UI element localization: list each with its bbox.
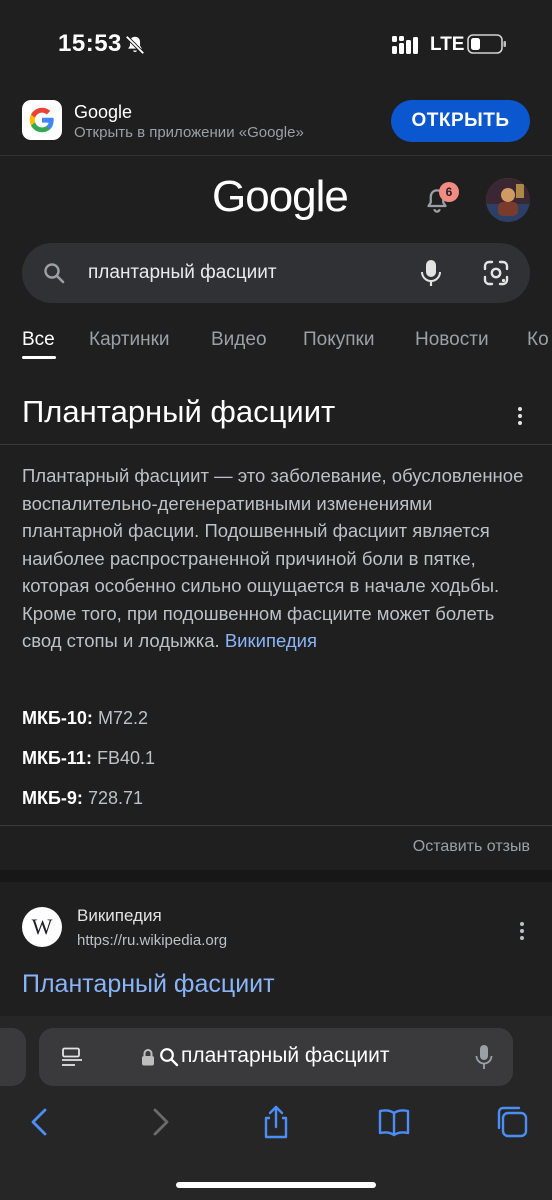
fact-value: M72.2 [97, 708, 148, 728]
google-lens-icon[interactable] [483, 260, 509, 286]
page-menu-icon[interactable] [61, 1047, 83, 1067]
search-input[interactable]: плантарный фасциит [88, 262, 277, 284]
back-arrow-icon[interactable] [22, 1104, 58, 1140]
share-icon[interactable] [258, 1104, 294, 1140]
avatar-photo [486, 178, 530, 222]
tab-videos[interactable]: Видео [211, 329, 267, 351]
divider [0, 444, 552, 445]
account-avatar[interactable] [486, 178, 530, 222]
fact-icd10: МКБ-10: M72.2 [22, 708, 148, 729]
tab-more[interactable]: Ко [527, 329, 549, 351]
tabs-icon[interactable] [494, 1104, 530, 1140]
fact-value: 728.71 [87, 788, 143, 808]
tab-news[interactable]: Новости [415, 329, 489, 351]
lock-icon [142, 1049, 154, 1066]
battery-icon [467, 34, 506, 54]
address-bar-text[interactable]: плантарный фасциит [181, 1044, 389, 1068]
tab-all[interactable]: Все [22, 329, 55, 351]
search-icon [160, 1048, 179, 1067]
signal-icon [392, 36, 418, 54]
banner-subtitle: Открыть в приложении «Google» [74, 124, 304, 141]
bookmarks-icon[interactable] [376, 1104, 412, 1140]
google-g-icon [29, 107, 54, 133]
result-url[interactable]: https://ru.wikipedia.org [77, 932, 227, 949]
result-title-link[interactable]: Плантарный фасциит [22, 970, 275, 999]
fact-label: МКБ-9: [22, 788, 83, 808]
knowledge-panel-title: Плантарный фасциит [22, 394, 336, 429]
forward-arrow-icon[interactable] [142, 1104, 178, 1140]
open-app-button[interactable]: ОТКРЫТЬ [391, 100, 530, 142]
bell-mute-icon [125, 35, 145, 55]
banner-app-name: Google [74, 102, 133, 122]
result-site-name[interactable]: Википедия [77, 906, 162, 926]
wikipedia-source-link[interactable]: Википедия [225, 630, 317, 651]
tab-shopping[interactable]: Покупки [303, 329, 374, 351]
divider [0, 825, 552, 826]
fact-value: FB40.1 [96, 748, 155, 768]
description-text: Плантарный фасциит — это заболевание, об… [22, 465, 524, 651]
safari-toolbar: плантарный фасциит [0, 1016, 552, 1200]
voice-search-icon[interactable] [420, 259, 442, 287]
microphone-icon[interactable] [475, 1044, 493, 1070]
fact-label: МКБ-11: [22, 748, 92, 768]
home-indicator [176, 1182, 376, 1188]
feedback-link[interactable]: Оставить отзыв [413, 838, 530, 856]
address-bar[interactable]: плантарный фасциит [39, 1028, 513, 1086]
google-app-icon[interactable] [22, 100, 62, 140]
status-bar: 15:53 LTE [0, 0, 552, 90]
knowledge-panel-description: Плантарный фасциит — это заболевание, об… [22, 462, 534, 655]
network-type: LTE [430, 34, 465, 55]
status-time: 15:53 [58, 30, 122, 57]
fact-label: МКБ-10: [22, 708, 93, 728]
tab-images[interactable]: Картинки [89, 329, 170, 351]
wikipedia-favicon-icon: W [22, 907, 62, 947]
result-more-options-icon[interactable] [517, 921, 527, 941]
tab-active-indicator [22, 356, 56, 359]
search-box[interactable]: плантарный фасциит [22, 243, 530, 303]
search-icon [44, 263, 65, 284]
section-separator [0, 870, 552, 882]
google-logo[interactable]: Google [212, 172, 349, 222]
notification-badge: 6 [439, 182, 459, 202]
more-options-icon[interactable] [515, 406, 525, 426]
app-banner: Google Открыть в приложении «Google» ОТК… [0, 90, 552, 156]
search-tabs: Все Картинки Видео Покупки Новости Ко [0, 320, 552, 366]
fact-icd11: МКБ-11: FB40.1 [22, 748, 155, 769]
previous-tab-pill[interactable] [0, 1028, 26, 1086]
fact-icd9: МКБ-9: 728.71 [22, 788, 143, 809]
